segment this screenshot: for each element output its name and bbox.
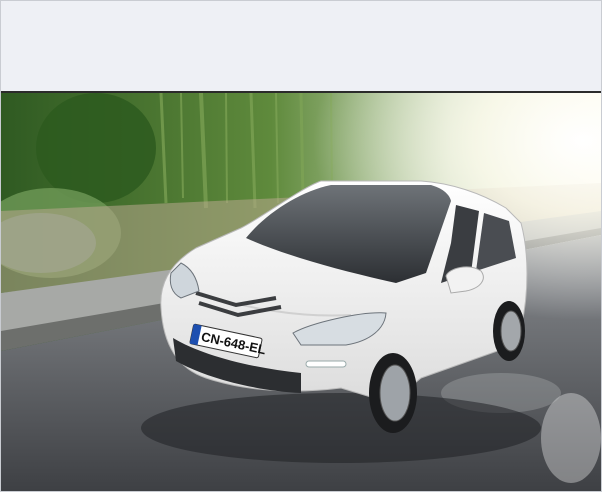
header-band bbox=[1, 1, 601, 93]
rear-rim bbox=[500, 310, 522, 352]
car-photo-illustration: CN-648-EL bbox=[1, 93, 601, 491]
car-photo: CN-648-EL bbox=[1, 93, 601, 491]
car-shadow bbox=[141, 393, 541, 463]
screenshot-frame: CN-648-EL bbox=[0, 0, 602, 492]
front-rim bbox=[379, 364, 411, 422]
daytime-light bbox=[305, 360, 347, 368]
